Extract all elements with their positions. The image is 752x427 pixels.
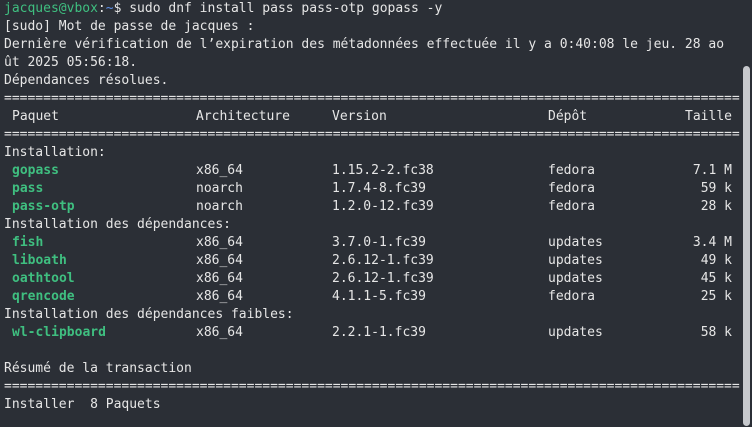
package-arch: x86_64: [196, 235, 243, 250]
prompt-separator: :: [97, 1, 106, 16]
package-repo: updates: [548, 271, 603, 286]
package-arch: x86_64: [196, 163, 243, 178]
package-repo: fedora: [548, 163, 595, 178]
summary-title: Résumé de la transaction: [4, 361, 192, 376]
table-row: fish x86_64 3.7.0-1.fc39 updates 3.4 M: [4, 234, 740, 252]
package-version: 1.15.2-2.fc38: [332, 163, 434, 178]
package-repo: updates: [548, 253, 603, 268]
package-name: gopass: [12, 163, 59, 178]
command-text: sudo dnf install pass pass-otp gopass -y: [129, 1, 443, 16]
sudo-prompt: [sudo] Mot de passe de jacques :: [4, 19, 255, 34]
package-size: 45 k: [700, 271, 732, 286]
package-arch: noarch: [196, 199, 243, 214]
package-size: 3.4 M: [692, 235, 732, 250]
metadata-line-2: ût 2025 05:56:18.: [4, 55, 138, 70]
package-name: pass-otp: [12, 199, 75, 214]
package-repo: fedora: [548, 289, 595, 304]
package-size: 7.1 M: [692, 163, 732, 178]
header-package: Paquet: [12, 109, 59, 124]
package-name: wl-clipboard: [12, 325, 106, 340]
prompt-symbol: $: [113, 1, 130, 16]
package-size: 28 k: [700, 199, 732, 214]
package-arch: x86_64: [196, 289, 243, 304]
package-version: 3.7.0-1.fc39: [332, 235, 426, 250]
package-repo: updates: [548, 235, 603, 250]
package-version: 2.6.12-1.fc39: [332, 271, 434, 286]
header-arch: Architecture: [196, 109, 290, 124]
package-repo: fedora: [548, 199, 595, 214]
package-name: fish: [12, 235, 44, 250]
deps-resolved: Dépendances résolues.: [4, 73, 169, 88]
terminal-window[interactable]: jacques@vbox:~$ sudo dnf install pass pa…: [0, 0, 752, 427]
package-name: pass: [12, 181, 44, 196]
package-version: 4.1.1-5.fc39: [332, 289, 426, 304]
table-row: qrencode x86_64 4.1.1-5.fc39 fedora 25 k: [4, 288, 740, 306]
package-arch: x86_64: [196, 271, 243, 286]
package-size: 58 k: [700, 325, 732, 340]
package-name: oathtool: [12, 271, 75, 286]
vertical-scrollbar[interactable]: [740, 0, 752, 427]
section-deps: Installation des dépendances:: [4, 217, 231, 232]
section-install: Installation:: [4, 145, 106, 160]
rule-header: ========================================…: [4, 127, 740, 142]
package-version: 1.2.0-12.fc39: [332, 199, 434, 214]
header-version: Version: [332, 109, 387, 124]
package-version: 1.7.4-8.fc39: [332, 181, 426, 196]
package-size: 49 k: [700, 253, 732, 268]
package-repo: updates: [548, 325, 603, 340]
terminal-output: jacques@vbox:~$ sudo dnf install pass pa…: [4, 0, 740, 414]
package-repo: fedora: [548, 181, 595, 196]
header-repo: Dépôt: [548, 109, 588, 124]
table-row: oathtool x86_64 2.6.12-1.fc39 updates 45…: [4, 270, 740, 288]
package-size: 59 k: [700, 181, 732, 196]
prompt-user-host: jacques@vbox: [4, 1, 98, 16]
table-row: gopass x86_64 1.15.2-2.fc38 fedora 7.1 M: [4, 162, 740, 180]
package-arch: x86_64: [196, 325, 243, 340]
table-header: Paquet Architecture Version Dépôt Taille: [4, 108, 740, 126]
header-size: Taille: [685, 109, 732, 124]
prompt-path: ~: [105, 1, 114, 16]
section-weak-deps: Installation des dépendances faibles:: [4, 307, 294, 322]
metadata-line-1: Dernière vérification de l’expiration de…: [4, 37, 725, 52]
scrollbar-thumb[interactable]: [743, 66, 750, 426]
table-row: pass noarch 1.7.4-8.fc39 fedora 59 k: [4, 180, 740, 198]
rule-top: ========================================…: [4, 91, 740, 106]
rule-summary: ========================================…: [4, 379, 740, 394]
package-version: 2.6.12-1.fc39: [332, 253, 434, 268]
table-row: wl-clipboard x86_64 2.2.1-1.fc39 updates…: [4, 324, 740, 342]
package-name: liboath: [12, 253, 67, 268]
command-line: jacques@vbox:~$ sudo dnf install pass pa…: [4, 0, 740, 18]
package-arch: x86_64: [196, 253, 243, 268]
package-version: 2.2.1-1.fc39: [332, 325, 426, 340]
table-row: pass-otp noarch 1.2.0-12.fc39 fedora 28 …: [4, 198, 740, 216]
package-size: 25 k: [700, 289, 732, 304]
package-arch: noarch: [196, 181, 243, 196]
table-row: liboath x86_64 2.6.12-1.fc39 updates 49 …: [4, 252, 740, 270]
package-name: qrencode: [12, 289, 75, 304]
summary-install-count: Installer 8 Paquets: [4, 397, 161, 412]
